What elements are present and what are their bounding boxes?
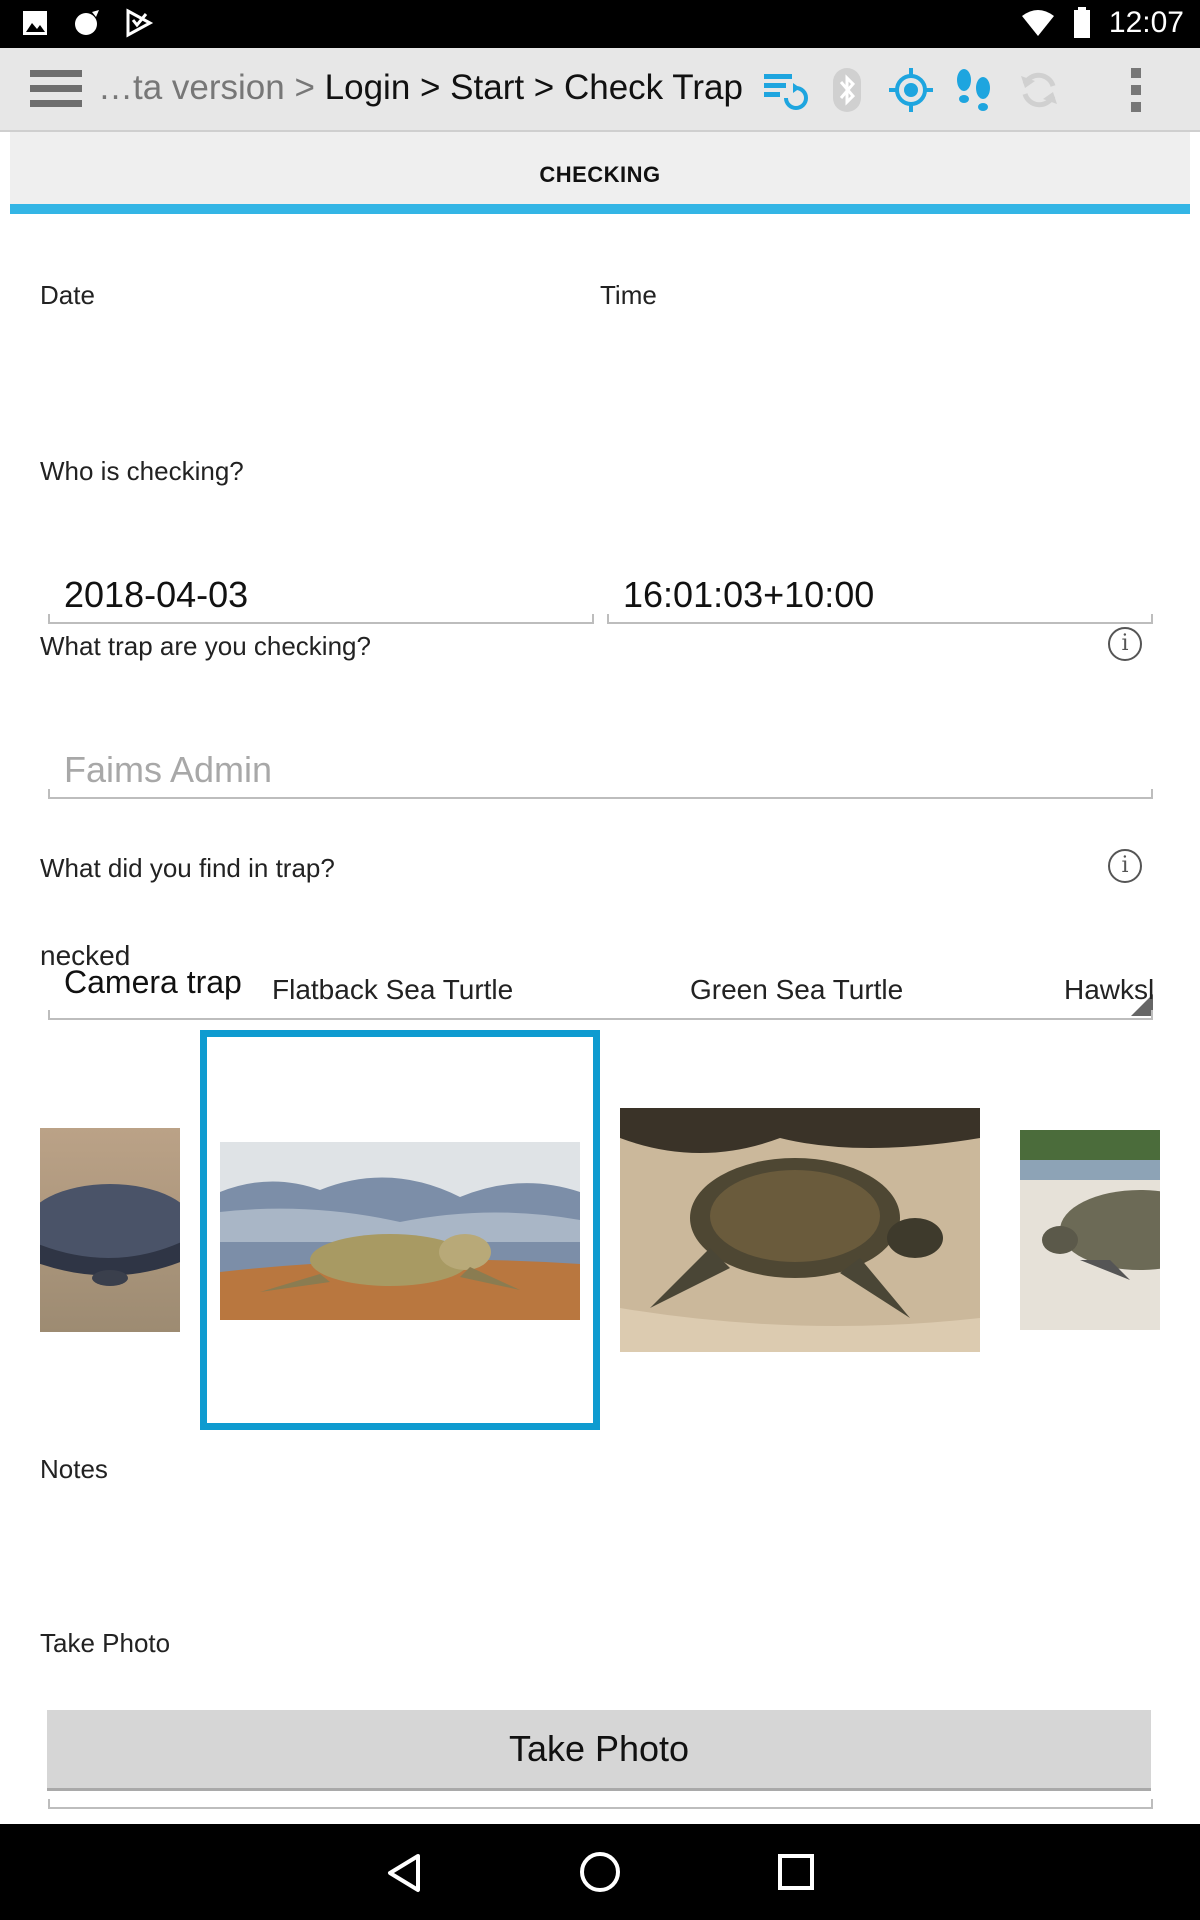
flatback-turtle-image xyxy=(220,1142,580,1320)
play-store-icon xyxy=(126,8,154,38)
picture-label: Hawksl xyxy=(1064,974,1155,1005)
gallery-icon xyxy=(23,11,47,35)
bird-icon xyxy=(75,10,99,35)
green-turtle-image xyxy=(620,1108,980,1352)
time-value: 16:01:03+10:00 xyxy=(623,574,875,615)
breadcrumb: …ta version > Login > Start > Check Trap xyxy=(98,68,743,108)
hawksbill-turtle-image xyxy=(1020,1130,1160,1330)
wifi-icon xyxy=(1021,10,1054,36)
date-field[interactable]: 2018-04-03 xyxy=(48,562,594,624)
overflow-menu-icon[interactable] xyxy=(1112,66,1160,114)
date-label: Date xyxy=(40,280,95,310)
picture-label: Green Sea Turtle xyxy=(690,974,904,1005)
form-content: Date Time 2018-04-03 16:01:03+10:00 Who … xyxy=(10,214,1190,1824)
notes-label: Notes xyxy=(40,1454,108,1484)
time-label: Time xyxy=(600,280,657,310)
back-icon[interactable] xyxy=(384,1852,424,1894)
turtle-image xyxy=(40,1184,180,1286)
menu-icon[interactable] xyxy=(30,68,82,110)
find-label: What did you find in trap? xyxy=(40,853,335,883)
recents-icon[interactable] xyxy=(776,1852,816,1892)
take-photo-button[interactable]: Take Photo xyxy=(47,1710,1151,1791)
tab-indicator xyxy=(10,204,1190,214)
take-photo-label: Take Photo xyxy=(40,1628,171,1658)
time-field[interactable]: 16:01:03+10:00 xyxy=(607,562,1153,624)
trap-select[interactable]: Camera trap xyxy=(48,958,1153,1020)
who-placeholder: Faims Admin xyxy=(64,749,273,790)
navigation-bar xyxy=(0,1824,1200,1920)
picture-item[interactable] xyxy=(620,1108,980,1352)
home-icon[interactable] xyxy=(578,1850,622,1894)
who-label: Who is checking? xyxy=(40,456,244,486)
footsteps-icon[interactable] xyxy=(950,66,998,114)
refresh-icon[interactable] xyxy=(1015,66,1063,114)
date-value: 2018-04-03 xyxy=(64,574,249,615)
trap-label: What trap are you checking? xyxy=(40,631,371,661)
sync-icon[interactable] xyxy=(760,66,808,114)
picture-label: Flatback Sea Turtle xyxy=(272,974,514,1005)
status-bar: 12:07 xyxy=(0,0,1200,48)
tab-label: CHECKING xyxy=(539,162,661,187)
picture-label: necked xyxy=(40,940,131,971)
picture-item[interactable] xyxy=(40,1128,180,1332)
clock: 12:07 xyxy=(1108,6,1184,39)
info-icon[interactable]: i xyxy=(1108,849,1142,883)
picture-item[interactable] xyxy=(1020,1130,1160,1330)
who-field[interactable]: Faims Admin xyxy=(48,737,1153,799)
breadcrumb-prefix[interactable]: …ta version > xyxy=(98,68,315,107)
tab-checking[interactable]: CHECKING xyxy=(10,132,1190,204)
info-icon[interactable]: i xyxy=(1108,627,1142,661)
bluetooth-icon[interactable] xyxy=(823,66,871,114)
app-bar: …ta version > Login > Start > Check Trap xyxy=(0,48,1200,132)
gps-icon[interactable] xyxy=(887,66,935,114)
breadcrumb-path[interactable]: Login > Start > Check Trap xyxy=(325,68,743,107)
battery-icon xyxy=(1073,7,1090,38)
picture-item[interactable] xyxy=(220,1142,580,1320)
